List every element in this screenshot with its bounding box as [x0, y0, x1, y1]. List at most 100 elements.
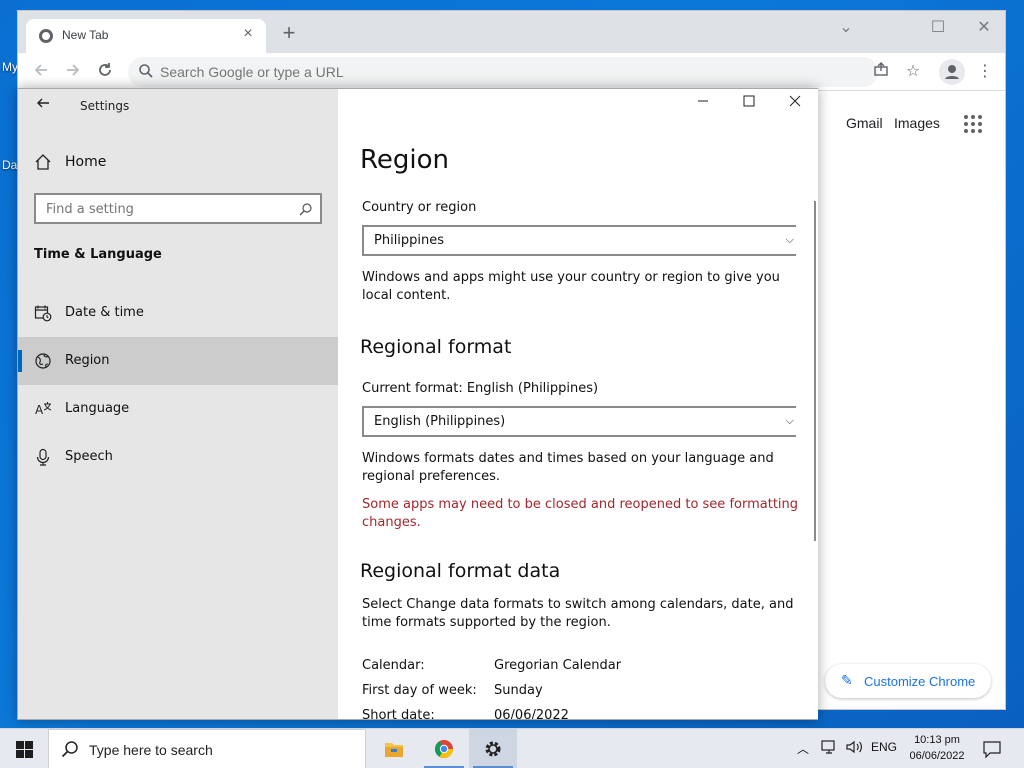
maximize-icon	[743, 95, 755, 107]
omnibox[interactable]	[128, 57, 878, 87]
page-title: Region	[360, 145, 450, 175]
search-icon	[138, 63, 154, 84]
chrome-taskbar-button[interactable]	[420, 729, 468, 768]
more-menu-icon[interactable]: ⋮	[974, 61, 996, 83]
back-button[interactable]	[30, 61, 52, 83]
close-icon	[789, 95, 801, 107]
minimize-icon	[698, 100, 708, 102]
format-data-description: Select Change data formats to switch amo…	[362, 597, 794, 630]
desktop-icon-label[interactable]: My	[2, 60, 18, 74]
chevron-down-icon: ⌵	[785, 233, 794, 246]
language-icon: A	[35, 402, 52, 417]
start-button[interactable]	[0, 729, 48, 768]
reload-icon	[99, 63, 111, 76]
tab-strip: New Tab × + ⌄ ☐ ✕	[18, 11, 1005, 53]
file-explorer-button[interactable]	[370, 729, 418, 768]
chrome-favicon-icon	[39, 29, 53, 43]
volume-icon[interactable]	[845, 739, 863, 758]
pencil-icon: ✎	[841, 672, 853, 688]
chevron-down-icon: ⌵	[785, 414, 794, 427]
share-icon[interactable]	[870, 61, 892, 83]
home-icon	[35, 154, 51, 170]
bookmark-star-icon[interactable]: ☆	[902, 61, 924, 83]
format-data-key: Calendar:	[362, 658, 425, 673]
clock-date: 06/06/2022	[909, 750, 965, 762]
close-window-button[interactable]: ✕	[970, 17, 998, 37]
nav-item-region[interactable]: Region	[18, 337, 338, 385]
google-apps-icon[interactable]	[964, 115, 982, 133]
omnibox-input[interactable]	[160, 62, 860, 82]
regional-format-heading: Regional format	[360, 336, 512, 358]
nav-item-label: Language	[65, 401, 130, 416]
customize-chrome-label: Customize Chrome	[864, 674, 976, 689]
nav-item-label: Speech	[65, 449, 113, 464]
back-button[interactable]	[32, 95, 54, 117]
nav-item-date-time[interactable]: Date & time	[18, 289, 338, 337]
desktop-icon-label[interactable]: Da	[2, 158, 17, 172]
customize-chrome-button[interactable]: ✎ Customize Chrome	[825, 664, 991, 698]
microphone-icon	[36, 448, 50, 466]
profile-avatar[interactable]	[939, 59, 965, 85]
tab-new-tab[interactable]: New Tab ×	[26, 19, 266, 53]
search-icon	[61, 740, 79, 763]
clock[interactable]: 10:13 pm 06/06/2022	[902, 732, 972, 764]
forward-button[interactable]	[62, 61, 84, 83]
new-tab-button[interactable]: +	[278, 22, 300, 44]
notification-icon[interactable]	[982, 739, 1002, 759]
settings-content: Region Country or region Philippines ⌵ W…	[338, 89, 818, 719]
browser-toolbar: ☆ ⋮	[18, 53, 1005, 91]
svg-text:A: A	[35, 403, 44, 417]
home-label: Home	[65, 154, 107, 170]
windows-logo-icon	[16, 741, 33, 758]
arrow-right-icon	[67, 64, 80, 76]
country-label: Country or region	[362, 200, 477, 215]
maximize-button[interactable]	[734, 95, 764, 115]
tab-title: New Tab	[62, 28, 109, 42]
network-icon[interactable]	[821, 739, 839, 758]
format-data-value: Gregorian Calendar	[494, 658, 622, 673]
format-data-key: Short date:	[362, 708, 435, 719]
find-setting-input[interactable]	[46, 200, 286, 218]
country-dropdown[interactable]: Philippines ⌵	[362, 225, 796, 256]
clock-time: 10:13 pm	[914, 734, 960, 746]
active-indicator	[18, 350, 22, 372]
regional-format-description: Windows formats dates and times based on…	[362, 451, 774, 484]
folder-icon	[385, 743, 403, 757]
taskbar-search-placeholder: Type here to search	[89, 742, 213, 758]
regional-format-value: English (Philippines)	[374, 414, 506, 429]
tab-search-button[interactable]: ⌄	[832, 17, 860, 37]
current-format-label: Current format: English (Philippines)	[362, 381, 599, 396]
gmail-link[interactable]: Gmail	[846, 115, 883, 131]
nav-item-label: Region	[65, 353, 110, 368]
restore-button[interactable]: ☐	[924, 17, 952, 37]
taskbar: Type here to search ︿ ENG 10:13 pm 06/06…	[0, 728, 1024, 768]
country-description: Windows and apps might use your country …	[362, 270, 780, 303]
settings-taskbar-button[interactable]	[469, 729, 517, 768]
regional-format-dropdown[interactable]: English (Philippines) ⌵	[362, 406, 796, 437]
format-data-heading: Regional format data	[360, 560, 561, 582]
settings-search-box[interactable]	[34, 193, 322, 224]
tab-close-button[interactable]: ×	[238, 25, 258, 43]
gear-icon	[485, 741, 501, 757]
taskbar-search-box[interactable]: Type here to search	[48, 729, 366, 768]
nav-item-language[interactable]: A Language	[18, 385, 338, 433]
reload-button[interactable]	[94, 61, 116, 83]
window-title: Settings	[80, 99, 130, 113]
home-nav-item[interactable]: Home	[18, 143, 338, 181]
search-icon	[299, 201, 313, 220]
minimize-button[interactable]	[688, 95, 718, 115]
settings-sidebar: Settings Home Time & Language Date & tim…	[18, 89, 338, 719]
settings-window: Settings Home Time & Language Date & tim…	[17, 88, 818, 720]
nav-item-speech[interactable]: Speech	[18, 433, 338, 481]
section-title: Time & Language	[34, 247, 162, 262]
chrome-icon	[435, 740, 453, 759]
close-button[interactable]	[780, 95, 810, 115]
show-hidden-icons-icon[interactable]: ︿	[797, 740, 809, 757]
scrollbar[interactable]	[814, 201, 816, 541]
images-link[interactable]: Images	[894, 115, 940, 131]
globe-icon	[35, 353, 51, 369]
nav-item-label: Date & time	[65, 305, 144, 320]
format-warning: Some apps may need to be closed and reop…	[362, 497, 799, 530]
input-language-indicator[interactable]: ENG	[871, 740, 897, 754]
format-data-value: Sunday	[494, 683, 543, 698]
